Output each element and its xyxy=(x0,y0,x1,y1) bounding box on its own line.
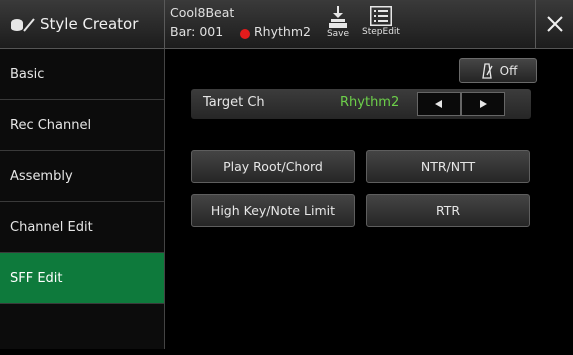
target-ch-value: Rhythm2 xyxy=(340,95,400,110)
sidebar-item-assembly[interactable]: Assembly xyxy=(0,151,164,202)
sidebar-item-channel-edit[interactable]: Channel Edit xyxy=(0,202,164,253)
target-ch-prev-button[interactable] xyxy=(417,92,461,116)
title-bar: Style Creator Cool8Beat Bar: 001 Rhythm2… xyxy=(0,0,573,49)
target-channel-panel: Target Ch Rhythm2 xyxy=(191,89,531,119)
save-icon xyxy=(329,6,347,28)
target-ch-next-button[interactable] xyxy=(461,92,505,116)
triangle-right-icon xyxy=(480,100,487,108)
main-panel: Off Target Ch Rhythm2 Play Root/Chord NT… xyxy=(165,49,573,349)
record-target-channel: Rhythm2 xyxy=(254,24,311,39)
rtr-button[interactable]: RTR xyxy=(366,194,530,227)
close-button[interactable] xyxy=(536,0,573,48)
header-divider xyxy=(164,0,165,48)
app-title: Style Creator xyxy=(40,15,139,33)
close-icon xyxy=(546,16,563,32)
save-label: Save xyxy=(326,29,350,39)
sidebar: Basic Rec Channel Assembly Channel Edit … xyxy=(0,49,165,349)
ntr-ntt-button[interactable]: NTR/NTT xyxy=(366,150,530,183)
metronome-icon xyxy=(481,62,493,79)
target-ch-label: Target Ch xyxy=(203,95,265,110)
sidebar-item-rec-channel[interactable]: Rec Channel xyxy=(0,100,164,151)
save-button[interactable]: Save xyxy=(322,6,354,44)
sidebar-item-basic[interactable]: Basic xyxy=(0,49,164,100)
style-name: Cool8Beat xyxy=(170,5,235,20)
stepedit-label: StepEdit xyxy=(362,27,400,37)
bar-counter: Bar: 001 xyxy=(170,24,224,39)
list-icon xyxy=(370,6,392,26)
sidebar-item-empty xyxy=(0,304,164,355)
metronome-button[interactable]: Off xyxy=(459,58,537,83)
sidebar-item-sff-edit[interactable]: SFF Edit xyxy=(0,253,164,304)
metronome-state: Off xyxy=(499,63,518,78)
stepedit-button[interactable]: StepEdit xyxy=(360,6,402,44)
record-indicator-icon xyxy=(240,29,250,39)
high-key-note-limit-button[interactable]: High Key/Note Limit xyxy=(191,194,355,227)
triangle-left-icon xyxy=(435,100,442,108)
style-creator-logo-icon xyxy=(11,18,35,32)
play-root-chord-button[interactable]: Play Root/Chord xyxy=(191,150,355,183)
